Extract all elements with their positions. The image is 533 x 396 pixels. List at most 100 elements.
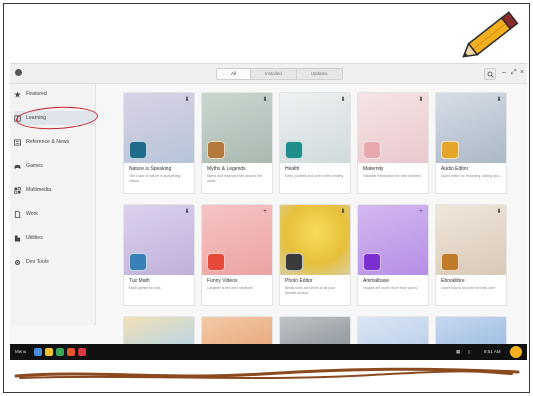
multimedia-icon [14, 186, 21, 194]
card-description: Laughter is the best medicine [207, 286, 253, 290]
sidebar-item-label: Multimedia [26, 187, 52, 193]
card-banner [202, 317, 272, 344]
sidebar-item-label: Featured [26, 91, 47, 97]
clock[interactable]: 9:51 AM [484, 348, 501, 356]
app-card-partial[interactable] [201, 316, 273, 344]
view-switcher: All Installed Updates [216, 68, 343, 80]
app-card-maternity[interactable]: ⬇ Maternity Valuable information for new… [357, 92, 429, 194]
app-card-tux-math[interactable]: ⬇ Tux Math Math games for kids [123, 204, 195, 306]
taskbar: Menu ▦ ▯ 9:51 AM [10, 344, 527, 360]
card-description: Images are worth more than words [363, 286, 418, 290]
sidebar-item-reference-news[interactable]: Reference & News [14, 135, 96, 149]
star-icon [14, 90, 21, 97]
devtools-icon [15, 259, 20, 265]
document-icon [14, 210, 21, 218]
app-card-partial[interactable] [279, 316, 351, 344]
app-menu-icon[interactable] [15, 69, 22, 76]
app-card-audio-editor[interactable]: ⬇ Audio Editor Audio editor for recordin… [435, 92, 507, 194]
app-card-partial[interactable] [357, 316, 429, 344]
download-icon: ⬇ [340, 97, 346, 103]
app-card-partial[interactable] [435, 316, 507, 344]
sidebar-item-work[interactable]: Work [14, 207, 96, 221]
user-avatar[interactable] [510, 346, 522, 358]
search-button[interactable] [484, 68, 496, 80]
sidebar-item-label: Games [26, 163, 43, 169]
sidebar-item-label: Work [26, 211, 39, 217]
utilities-icon [14, 235, 21, 241]
card-description: Myths and legends from around the world [207, 174, 263, 183]
pencil-icon [462, 11, 519, 58]
play-icon [207, 253, 225, 271]
card-description: Valuable information for new mothers [363, 174, 421, 178]
card-title: Audio Editor [441, 166, 469, 172]
penguin-icon [129, 253, 147, 271]
battery-icon[interactable]: ▯ [468, 348, 470, 356]
download-icon: ⬇ [496, 209, 502, 215]
app-card-ebooklibre[interactable]: ⬇ Ebooklibre Learn how to provide the be… [435, 204, 507, 306]
download-icon: ⬇ [184, 209, 190, 215]
app-card-partial[interactable] [123, 316, 195, 344]
sidebar-item-dev-tools[interactable]: Dev Tools [14, 255, 96, 269]
sidebar-item-utilities[interactable]: Utilities [14, 231, 96, 245]
header-bar: All Installed Updates – ⤢ × [10, 64, 527, 84]
taskbar-files-icon[interactable] [34, 348, 42, 356]
sidebar-item-multimedia[interactable]: Multimedia [14, 183, 96, 197]
nature-app-icon [129, 141, 147, 159]
tab-updates[interactable]: Updates [297, 69, 342, 79]
taskbar-browser-icon[interactable] [78, 348, 86, 356]
myths-app-icon [207, 141, 225, 159]
app-card-animalbase[interactable]: + Animalbase Images are worth more than … [357, 204, 429, 306]
app-card-photo-editor[interactable]: ⬇ Photo Editor Break rules and shots at … [279, 204, 351, 306]
card-title: Tux Math [129, 278, 150, 284]
news-icon [14, 138, 21, 146]
gamepad-icon [14, 164, 21, 169]
play-icon [363, 253, 381, 271]
download-icon: ⬇ [496, 97, 502, 103]
app-card-myths-legends[interactable]: ⬇ Myths & Legends Myths and legends from… [201, 92, 273, 194]
baby-icon [363, 141, 381, 159]
app-card-funny-videos[interactable]: + Funny Videos Laughter is the best medi… [201, 204, 273, 306]
download-icon: ⬇ [418, 97, 424, 103]
scribble-underline [14, 367, 520, 379]
search-icon [487, 71, 494, 78]
sidebar-item-games[interactable]: Games [14, 159, 96, 173]
card-title: Nature is Speaking [129, 166, 172, 172]
card-title: Health [285, 166, 300, 172]
card-banner [358, 317, 428, 344]
add-icon: + [419, 209, 423, 215]
sidebar-item-label: Dev Tools [26, 259, 49, 265]
maximize-icon[interactable]: ⤢ [511, 69, 517, 77]
card-banner [124, 317, 194, 344]
taskbar-notes-icon[interactable] [45, 348, 53, 356]
taskbar-media-icon[interactable] [67, 348, 75, 356]
card-title: Myths & Legends [207, 166, 246, 172]
card-banner [280, 317, 350, 344]
sidebar-item-label: Utilities [26, 235, 43, 241]
minimize-icon[interactable]: – [502, 69, 506, 77]
close-icon[interactable]: × [520, 69, 524, 77]
card-description: The voice of nature in storytelling vide… [129, 174, 181, 183]
download-icon: ⬇ [340, 209, 346, 215]
network-icon[interactable]: ▦ [456, 348, 460, 356]
sidebar-item-label: Reference & News [26, 139, 70, 145]
app-store-window: All Installed Updates – ⤢ × Featured Lea… [10, 63, 527, 344]
card-title: Maternity [363, 166, 384, 172]
tab-installed[interactable]: Installed [251, 69, 297, 79]
card-title: Ebooklibre [441, 278, 465, 284]
card-description: Audio editor for recording, slicing and … [441, 174, 503, 178]
card-description: Keep yourself and loved ones healthy [285, 174, 344, 178]
ebook-app-icon [441, 253, 459, 271]
app-card-health[interactable]: ⬇ Health Keep yourself and loved ones he… [279, 92, 351, 194]
card-banner [436, 317, 506, 344]
stethoscope-icon [285, 141, 303, 159]
taskbar-store-icon[interactable] [56, 348, 64, 356]
card-title: Photo Editor [285, 278, 313, 284]
card-description: Math games for kids [129, 286, 161, 290]
add-icon: + [263, 209, 267, 215]
app-card-nature-is-speaking[interactable]: ⬇ Nature is Speaking The voice of nature… [123, 92, 195, 194]
card-description: Break rules and shots at all your favori… [285, 286, 335, 295]
camera-icon [285, 253, 303, 271]
activities-button[interactable]: Menu [15, 348, 26, 356]
sidebar-item-featured[interactable]: Featured [14, 87, 96, 101]
tab-all[interactable]: All [217, 69, 252, 79]
